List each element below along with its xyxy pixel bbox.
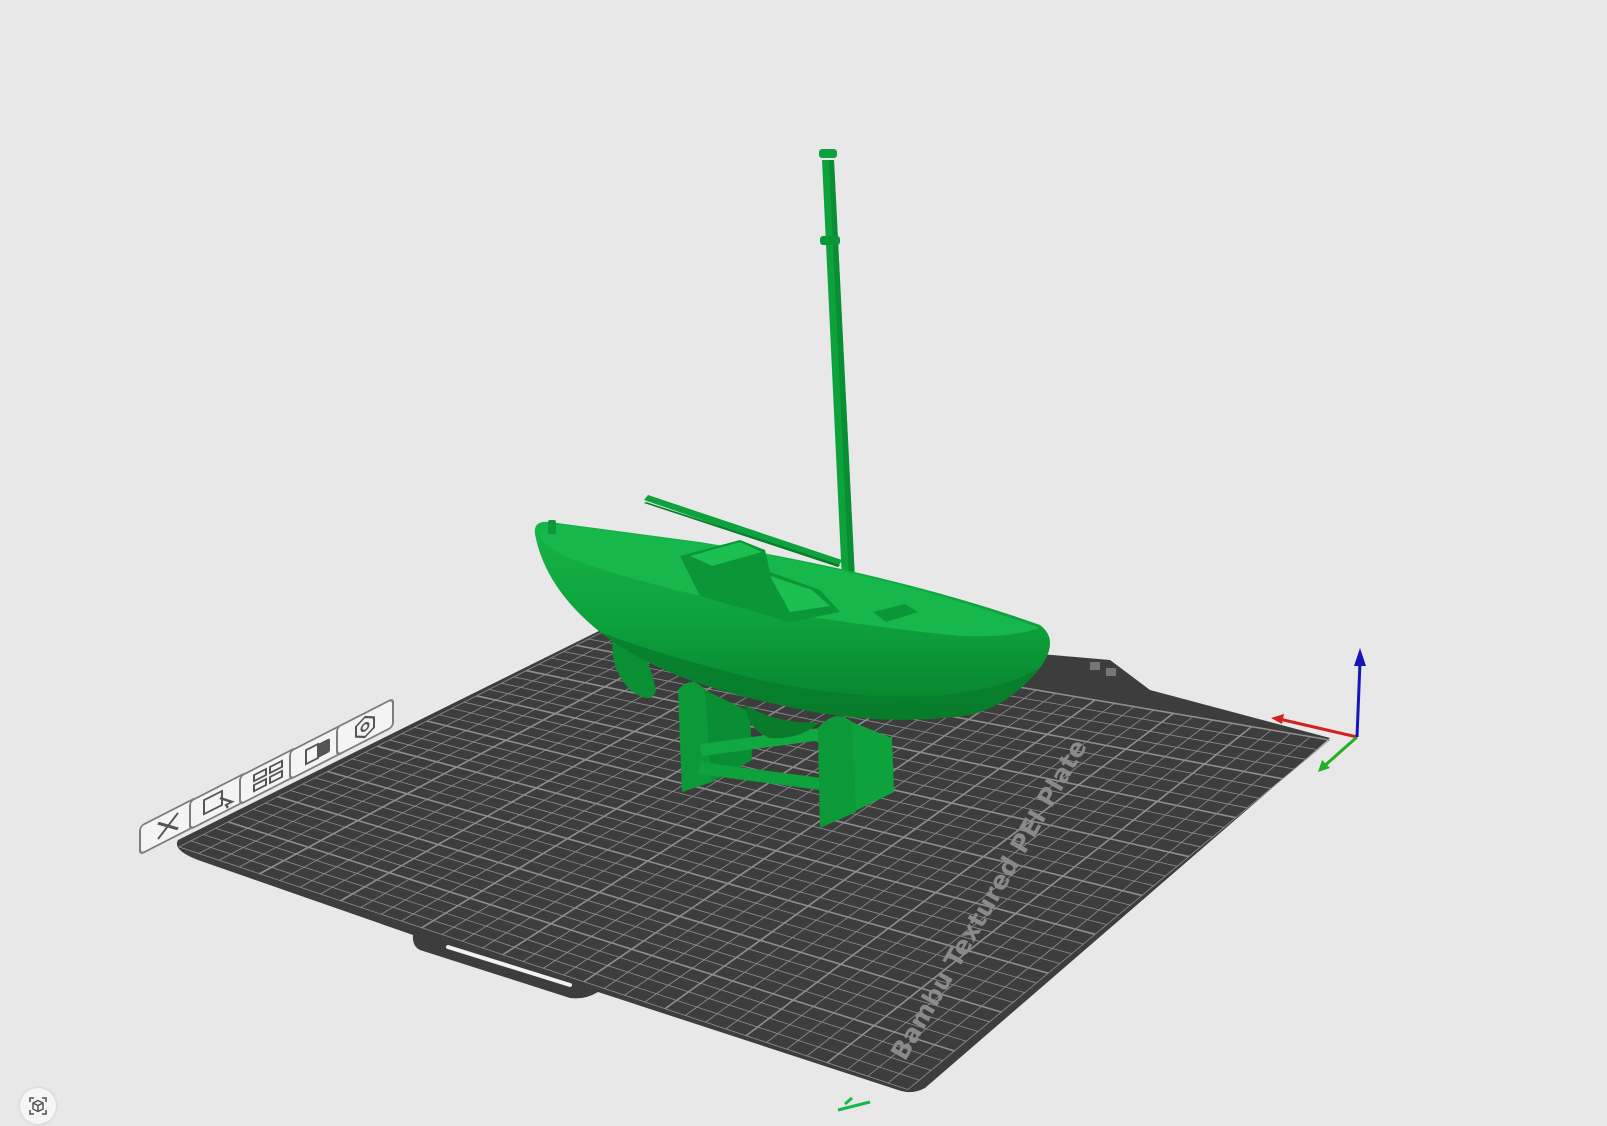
- bow-post: [548, 520, 556, 534]
- scene-canvas[interactable]: Bambu Textured PEI Plate: [0, 0, 1607, 1126]
- stand-leg-front-face: [818, 716, 856, 828]
- mast-top: [819, 149, 837, 158]
- view-cube-button[interactable]: [20, 1088, 56, 1124]
- plate-corner-icon: [1090, 662, 1100, 670]
- small-green-mark: [837, 1096, 871, 1112]
- view-cube-icon: [29, 1097, 47, 1115]
- plate-corner-icon-2: [1106, 668, 1116, 676]
- mast-collar: [820, 236, 840, 245]
- axis-z-arrow: [1354, 648, 1366, 666]
- axis-z: [1355, 661, 1362, 738]
- 3d-viewport[interactable]: Bambu Textured PEI Plate: [0, 0, 1607, 1126]
- axis-x-arrow: [1271, 714, 1284, 724]
